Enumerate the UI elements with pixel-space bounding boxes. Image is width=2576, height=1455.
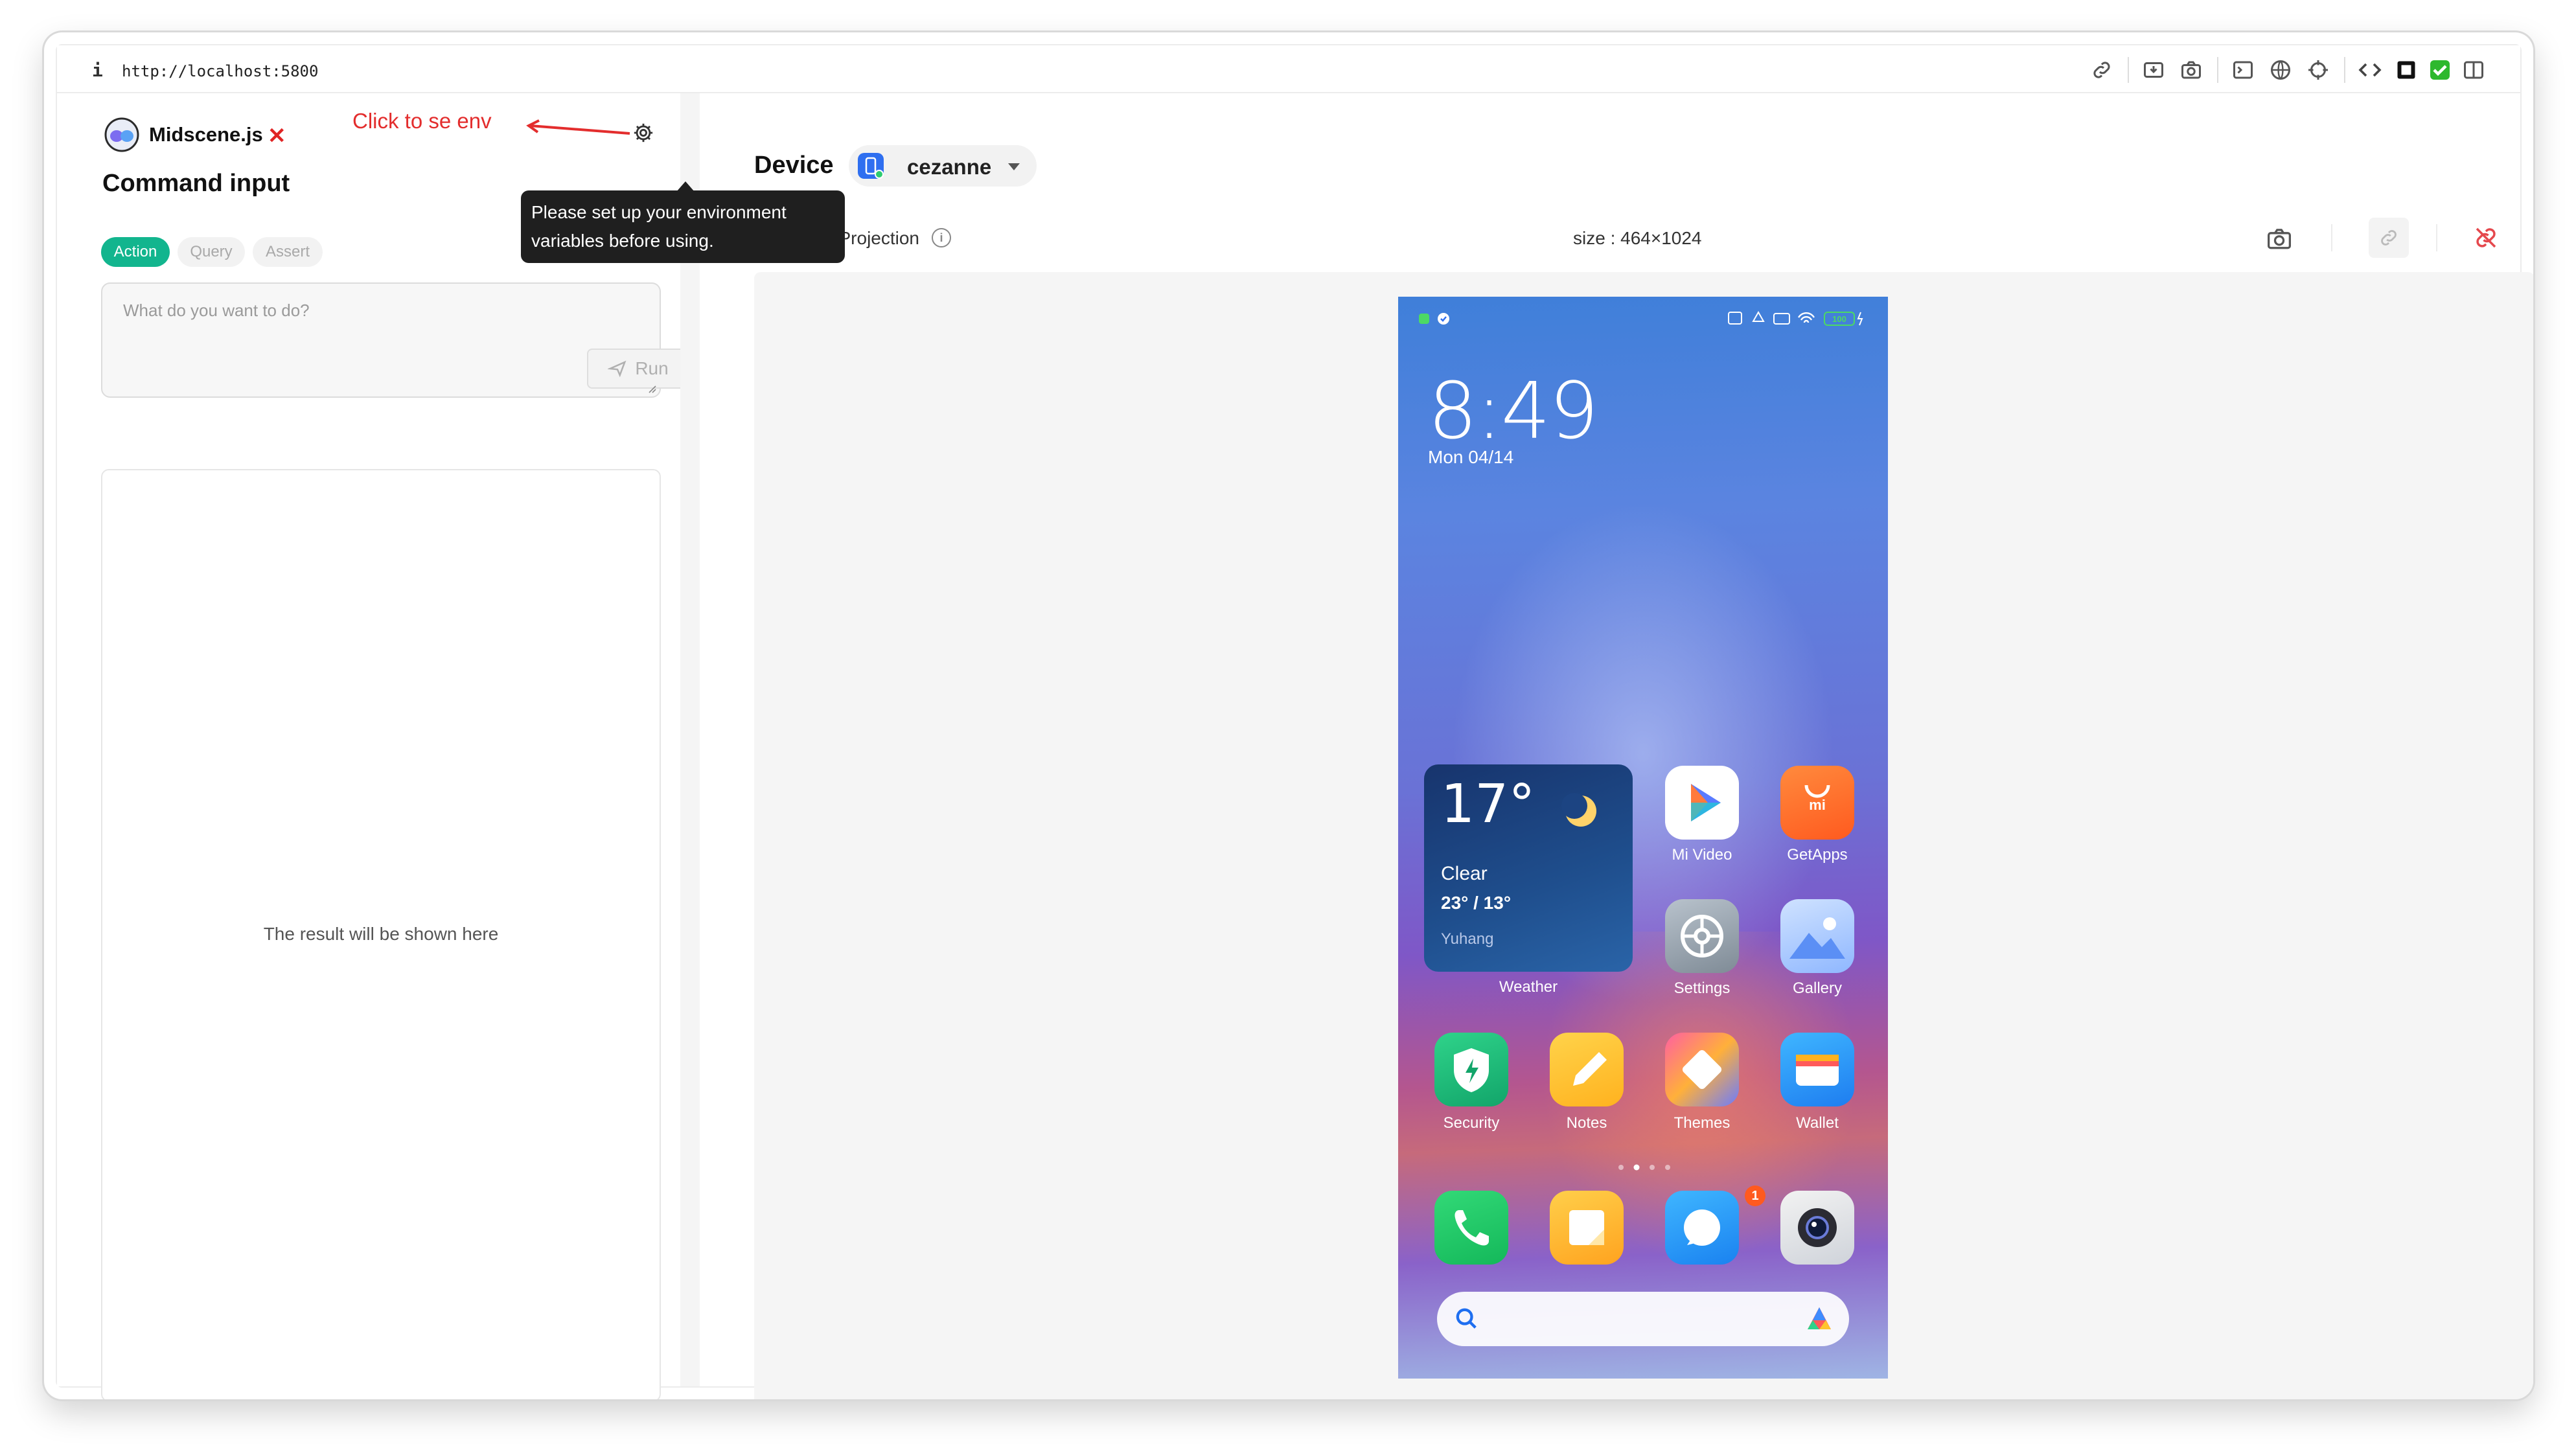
camera-icon[interactable] <box>1780 1191 1854 1265</box>
check-icon[interactable] <box>2428 58 2452 82</box>
svg-text:mi: mi <box>1809 797 1826 813</box>
gallery-icon[interactable] <box>1780 899 1854 973</box>
globe-icon[interactable] <box>2269 58 2292 82</box>
toolbar-separator <box>2436 224 2437 251</box>
notes-dock-icon[interactable] <box>1550 1191 1624 1265</box>
notes-icon[interactable] <box>1550 1033 1624 1106</box>
toolbar-separator <box>2344 57 2345 83</box>
annotation-arrow-icon <box>526 119 630 135</box>
camera-toolbar-icon[interactable] <box>2179 58 2203 82</box>
panel-title: Command input <box>102 170 290 197</box>
messages-badge: 1 <box>1745 1186 1765 1206</box>
tooltip-line-1: Please set up your environment <box>531 202 787 222</box>
settings-gear-icon[interactable] <box>632 122 654 144</box>
resize-handle-icon[interactable] <box>647 384 657 394</box>
app-label-gallery: Gallery <box>1792 980 1843 997</box>
crosshair-icon[interactable] <box>2306 58 2330 82</box>
link-icon <box>2381 230 2397 246</box>
settings-icon[interactable] <box>1665 899 1739 973</box>
env-tooltip: Please set up your environment variables… <box>521 190 845 263</box>
home-search-bar[interactable] <box>1437 1292 1849 1346</box>
wallet-icon[interactable] <box>1780 1033 1854 1106</box>
midscene-logo <box>104 117 139 152</box>
phone-icon[interactable] <box>1434 1191 1508 1265</box>
brand-name: Midscene.js <box>149 123 263 146</box>
browser-window: i http://localhost:5800 Midscene.js ✕ Cl… <box>44 32 2533 1399</box>
frame-toggle-icon[interactable] <box>2395 58 2418 82</box>
panel-divider[interactable] <box>680 93 700 1386</box>
toolbar-separator <box>2217 57 2218 83</box>
tab-assert[interactable]: Assert <box>253 237 323 267</box>
link-icon[interactable] <box>2090 58 2113 82</box>
tooltip-line-2: variables before using. <box>531 231 714 251</box>
terminal-icon[interactable] <box>2231 58 2255 82</box>
device-selector[interactable]: cezanne <box>849 145 1037 187</box>
weather-temp: 17° <box>1441 773 1535 835</box>
chevron-down-icon <box>1008 163 1020 170</box>
app-label-getapps: GetApps <box>1787 846 1848 864</box>
device-screen[interactable]: 100 8:49 Mon 04/14 17° Clear 23° / 13° Y… <box>1398 297 1888 1379</box>
connect-button[interactable] <box>2369 218 2409 258</box>
app-label-mi-video: Mi Video <box>1672 846 1732 864</box>
clock-date: Mon 04/14 <box>1428 447 1514 467</box>
run-button[interactable]: Run <box>587 349 689 389</box>
search-icon <box>1456 1308 1477 1329</box>
status-notification-icon <box>1419 313 1449 325</box>
messages-icon[interactable] <box>1665 1191 1739 1265</box>
screenshot-camera-icon[interactable] <box>2266 227 2292 250</box>
page-indicator <box>1618 1164 1670 1171</box>
run-label: Run <box>635 358 669 378</box>
app-label-security: Security <box>1443 1114 1500 1132</box>
assistant-icon <box>1808 1307 1831 1329</box>
code-icon[interactable] <box>2358 58 2382 82</box>
info-icon[interactable]: i <box>92 60 103 81</box>
tab-query[interactable]: Query <box>178 237 245 267</box>
disconnect-icon[interactable] <box>2472 224 2500 251</box>
weather-widget[interactable]: 17° Clear 23° / 13° Yuhang <box>1424 764 1633 972</box>
moon-icon <box>1561 793 1596 827</box>
result-panel: The result will be shown here <box>101 469 661 1399</box>
mi-video-icon[interactable] <box>1665 766 1739 840</box>
status-bar-icons: 100 <box>1728 310 1863 326</box>
app-label-themes: Themes <box>1673 1114 1731 1132</box>
weather-label: Weather <box>1499 978 1558 996</box>
annotation-text: Click to se env <box>352 109 492 133</box>
app-label-settings: Settings <box>1673 980 1731 997</box>
device-title: Device <box>754 152 834 179</box>
app-label-notes: Notes <box>1566 1114 1607 1132</box>
url-text[interactable]: http://localhost:5800 <box>122 62 318 80</box>
result-placeholder: The result will be shown here <box>263 924 499 944</box>
send-icon <box>608 360 627 378</box>
weather-city: Yuhang <box>1441 930 1494 948</box>
command-panel: Midscene.js ✕ Click to se env Command in… <box>57 93 689 1399</box>
themes-icon[interactable] <box>1665 1033 1739 1106</box>
download-icon[interactable] <box>2142 58 2165 82</box>
info-circle-icon[interactable]: i <box>932 228 951 247</box>
close-icon[interactable]: ✕ <box>268 123 286 149</box>
svg-text:100: 100 <box>1832 314 1846 324</box>
device-phone-icon <box>858 153 884 179</box>
tab-action[interactable]: Action <box>101 237 170 267</box>
device-name: cezanne <box>907 155 992 179</box>
prompt-box: Run <box>101 282 689 398</box>
sidebar-toggle-icon[interactable] <box>2462 58 2485 82</box>
weather-range: 23° / 13° <box>1441 893 1512 913</box>
toolbar-separator <box>2128 57 2129 83</box>
app-label-wallet: Wallet <box>1796 1114 1839 1132</box>
getapps-icon[interactable]: mi <box>1780 766 1854 840</box>
size-label: size : 464×1024 <box>1573 228 1702 248</box>
address-bar: i http://localhost:5800 <box>57 45 2520 93</box>
prompt-input[interactable] <box>102 284 660 396</box>
clock-time: 8:49 <box>1428 367 1598 457</box>
weather-condition: Clear <box>1441 863 1488 884</box>
toolbar-separator <box>2331 224 2332 251</box>
security-icon[interactable] <box>1434 1033 1508 1106</box>
